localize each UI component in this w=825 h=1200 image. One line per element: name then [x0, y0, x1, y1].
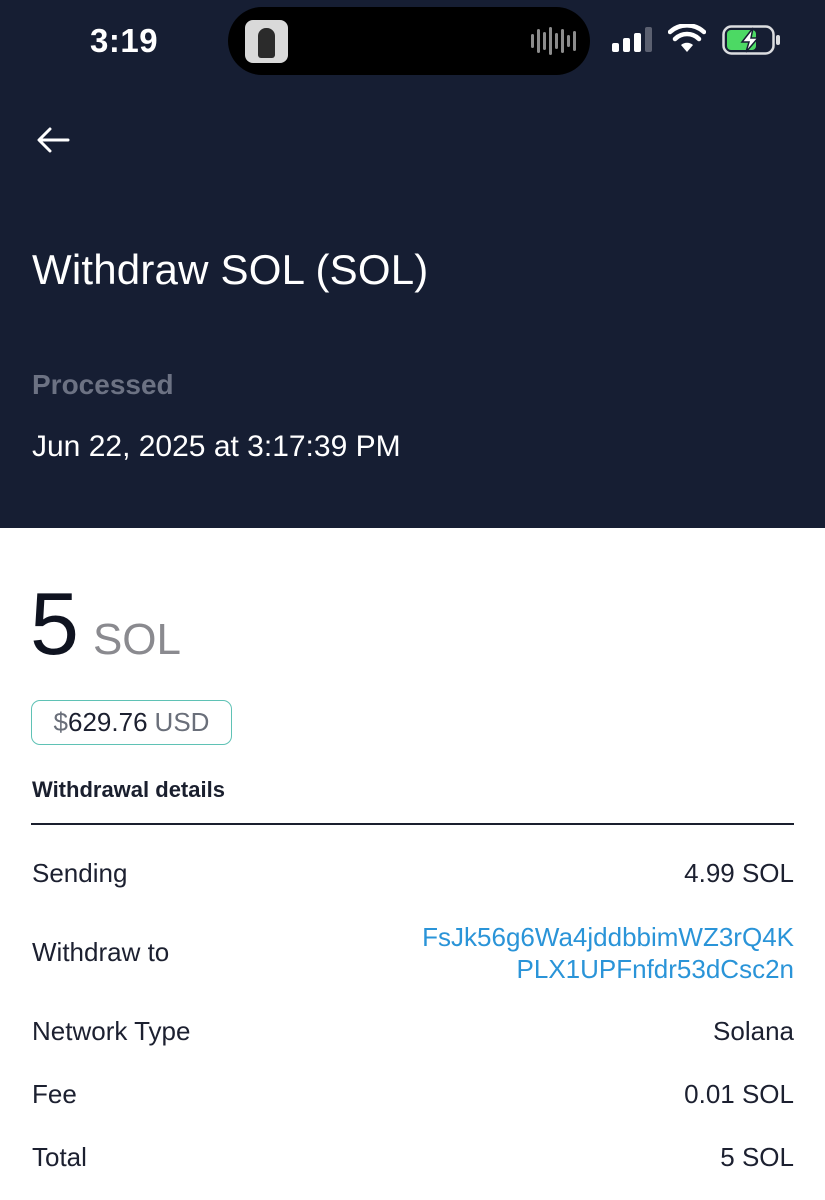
detail-value-sending: 4.99 SOL: [684, 858, 794, 888]
amount-value: 5: [30, 574, 79, 673]
section-divider: [31, 823, 794, 825]
now-playing-thumbnail: [245, 20, 288, 63]
dynamic-island[interactable]: [228, 7, 590, 75]
detail-value-fee: 0.01 SOL: [684, 1079, 794, 1109]
detail-value-network-type: Solana: [713, 1016, 794, 1046]
cellular-signal-icon: [612, 27, 652, 52]
detail-label-withdraw-to: Withdraw to: [32, 937, 170, 967]
withdrawal-details-heading: Withdrawal details: [32, 777, 225, 802]
transaction-status: Processed: [32, 369, 174, 400]
battery-charging-icon: [722, 25, 780, 55]
usd-symbol: $: [53, 707, 69, 737]
withdraw-address-line-2: PLX1UPFnfdr53dCsc2n: [516, 954, 794, 984]
wifi-icon: [668, 24, 706, 52]
withdraw-amount: 5 SOL: [30, 580, 181, 668]
withdraw-address-line-1: FsJk56g6Wa4jddbbimWZ3rQ4K: [422, 922, 794, 952]
page-title: Withdraw SOL (SOL): [32, 246, 429, 293]
usd-value: 629.76: [68, 707, 148, 737]
transaction-datetime: Jun 22, 2025 at 3:17:39 PM: [32, 430, 401, 463]
detail-value-total: 5 SOL: [720, 1142, 794, 1172]
detail-label-network-type: Network Type: [32, 1016, 191, 1046]
usd-currency: USD: [154, 707, 210, 737]
detail-label-sending: Sending: [32, 858, 128, 888]
audio-waveform-icon: [531, 25, 576, 57]
header: 3:19 Withdraw SOL (SOL) Processed Jun 22…: [0, 0, 825, 528]
back-arrow-icon[interactable]: [34, 120, 74, 160]
withdraw-address-link[interactable]: FsJk56g6Wa4jddbbimWZ3rQ4K PLX1UPFnfdr53d…: [422, 921, 794, 985]
status-bar-time: 3:19: [90, 22, 159, 59]
detail-label-fee: Fee: [32, 1079, 77, 1109]
amount-unit: SOL: [92, 615, 181, 664]
usd-value-chip: $629.76 USD: [31, 700, 232, 745]
detail-label-total: Total: [32, 1142, 87, 1172]
